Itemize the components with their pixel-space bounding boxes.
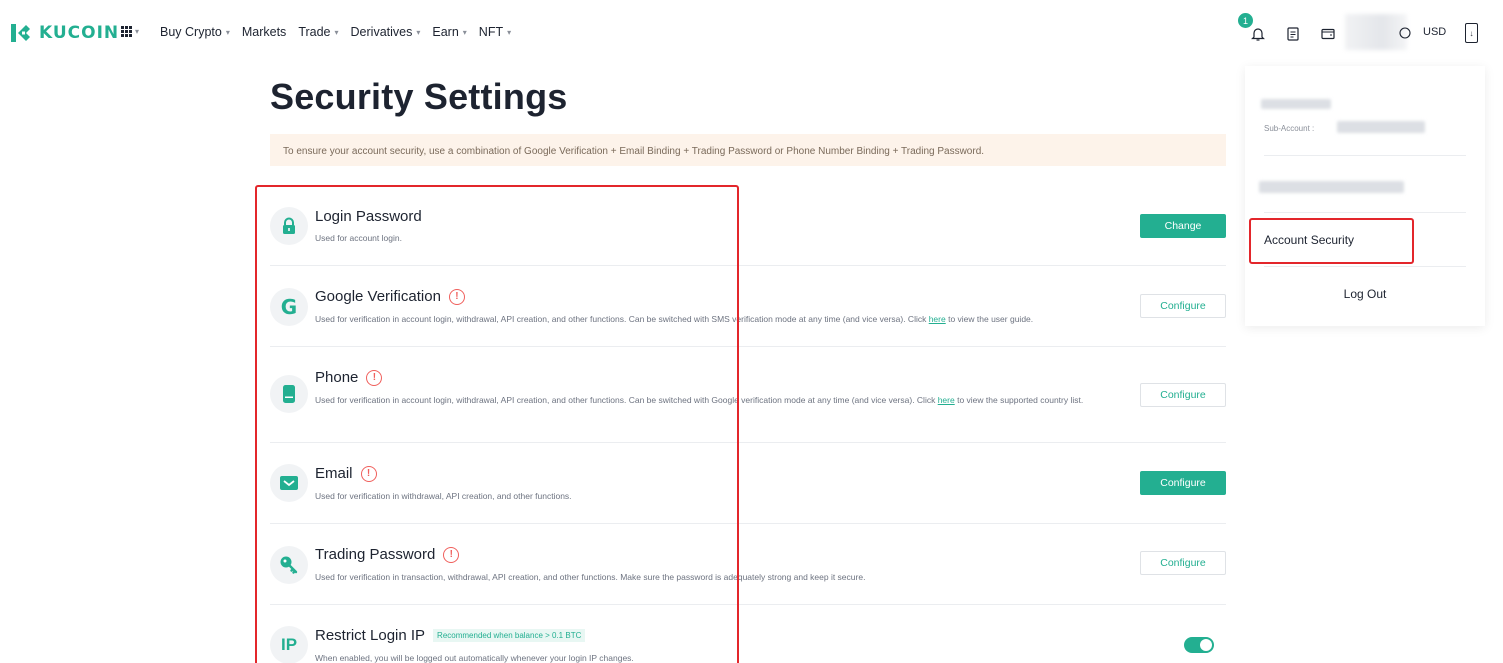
- divider: [1264, 212, 1466, 213]
- download-app-button[interactable]: ↓: [1465, 23, 1478, 43]
- redacted-username: [1261, 99, 1331, 109]
- apps-grid-icon: [121, 26, 132, 37]
- nav-item-label: Buy Crypto: [160, 25, 222, 39]
- configure-phone-button[interactable]: Configure: [1140, 383, 1226, 407]
- nav-item-label: Earn: [432, 25, 459, 39]
- redacted-sub-account: [1337, 121, 1425, 133]
- nav-item-earn[interactable]: Earn ▾: [432, 25, 466, 39]
- brand-name: KUCOIN: [39, 23, 120, 43]
- sub-account-label: Sub-Account :: [1264, 124, 1315, 133]
- nav-item-derivatives[interactable]: Derivatives ▾: [351, 25, 421, 39]
- bell-icon: [1251, 27, 1265, 41]
- globe-icon[interactable]: [1399, 27, 1411, 39]
- chevron-down-icon: ▾: [416, 27, 421, 37]
- configure-email-button[interactable]: Configure: [1140, 471, 1226, 495]
- orders-button[interactable]: [1281, 22, 1305, 46]
- configure-google-verification-button[interactable]: Configure: [1140, 294, 1226, 318]
- nav-item-markets[interactable]: Markets: [242, 25, 286, 39]
- chevron-down-icon: ▾: [225, 27, 230, 37]
- annotation-highlight-account-security: [1249, 218, 1414, 264]
- redacted-user-avatar[interactable]: [1345, 14, 1407, 50]
- kucoin-logo[interactable]: KUCOIN: [9, 22, 119, 44]
- redacted-account-info: [1259, 181, 1404, 193]
- chevron-down-icon: ▾: [334, 27, 339, 37]
- log-out-button[interactable]: Log Out: [1245, 287, 1485, 301]
- currency-selector[interactable]: USD: [1423, 26, 1446, 38]
- chevron-down-icon: ▾: [507, 27, 512, 37]
- apps-menu-button[interactable]: ▾: [121, 26, 139, 37]
- chevron-down-icon: ▾: [462, 27, 467, 37]
- configure-trading-password-button[interactable]: Configure: [1140, 551, 1226, 575]
- top-navigation: KUCOIN ▾ Buy Crypto ▾ Markets Trade ▾ De…: [0, 0, 1503, 66]
- orders-icon: [1287, 27, 1299, 41]
- wallet-icon: [1321, 28, 1335, 40]
- page-title: Security Settings: [270, 76, 568, 117]
- kucoin-logo-icon: [11, 24, 30, 42]
- account-dropdown-menu: Sub-Account : Account Security Log Out: [1245, 66, 1485, 326]
- restrict-login-ip-toggle[interactable]: [1184, 637, 1214, 653]
- security-notice-banner: To ensure your account security, use a c…: [270, 134, 1226, 166]
- nav-item-label: Derivatives: [350, 25, 413, 39]
- nav-item-buy-crypto[interactable]: Buy Crypto ▾: [160, 25, 230, 39]
- change-login-password-button[interactable]: Change: [1140, 214, 1226, 238]
- notifications-button[interactable]: [1246, 22, 1270, 46]
- nav-item-nft[interactable]: NFT ▾: [479, 25, 511, 39]
- divider: [1264, 266, 1466, 267]
- main-nav: Buy Crypto ▾ Markets Trade ▾ Derivatives…: [160, 25, 523, 39]
- nav-item-label: NFT: [478, 25, 504, 39]
- supported-countries-link[interactable]: here: [938, 395, 955, 405]
- divider: [1264, 155, 1466, 156]
- nav-item-label: Trade: [298, 25, 331, 39]
- nav-item-label: Markets: [241, 25, 287, 39]
- wallet-button[interactable]: [1316, 22, 1340, 46]
- description-text: to view the user guide.: [945, 314, 1034, 324]
- description-text: to view the supported country list.: [954, 395, 1084, 405]
- download-icon: ↓: [1469, 28, 1474, 38]
- user-guide-link[interactable]: here: [929, 314, 946, 324]
- annotation-highlight-settings: [255, 185, 739, 663]
- nav-item-trade[interactable]: Trade ▾: [298, 25, 338, 39]
- chevron-down-icon: ▾: [135, 26, 140, 36]
